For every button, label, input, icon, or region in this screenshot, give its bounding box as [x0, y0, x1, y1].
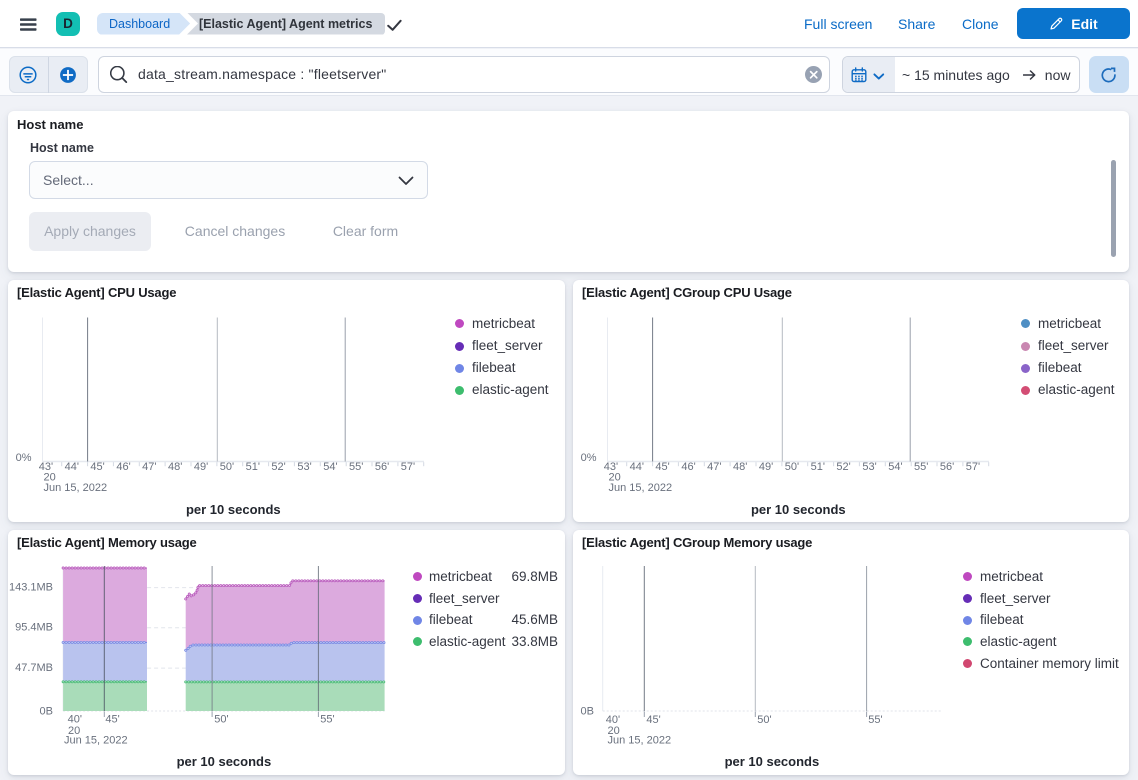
- svg-text:55': 55': [320, 714, 334, 726]
- svg-text:45': 45': [646, 714, 660, 726]
- svg-text:per 10 seconds: per 10 seconds: [725, 754, 820, 769]
- svg-text:55': 55': [868, 714, 882, 726]
- svg-text:45': 45': [105, 714, 119, 726]
- svg-text:55': 55': [349, 461, 363, 473]
- svg-text:40': 40': [68, 714, 82, 726]
- svg-text:50': 50': [757, 714, 771, 726]
- svg-text:51': 51': [811, 461, 825, 473]
- svg-text:50': 50': [785, 461, 799, 473]
- svg-text:47.7MB: 47.7MB: [15, 662, 53, 674]
- svg-text:per 10 seconds: per 10 seconds: [177, 754, 272, 769]
- svg-text:45': 45': [90, 461, 104, 473]
- svg-text:51': 51': [246, 461, 260, 473]
- svg-text:57': 57': [966, 461, 980, 473]
- svg-text:49': 49': [194, 461, 208, 473]
- svg-text:49': 49': [759, 461, 773, 473]
- svg-text:0%: 0%: [581, 452, 597, 464]
- svg-text:Jun 15, 2022: Jun 15, 2022: [609, 482, 673, 494]
- svg-text:0B: 0B: [40, 706, 53, 718]
- svg-text:55': 55': [914, 461, 928, 473]
- svg-text:per 10 seconds: per 10 seconds: [751, 502, 846, 517]
- svg-text:54': 54': [888, 461, 902, 473]
- svg-text:53': 53': [862, 461, 876, 473]
- svg-text:44': 44': [65, 461, 79, 473]
- svg-text:Jun 15, 2022: Jun 15, 2022: [64, 735, 128, 747]
- svg-text:46': 46': [681, 461, 695, 473]
- svg-text:46': 46': [116, 461, 130, 473]
- svg-text:57': 57': [401, 461, 415, 473]
- svg-text:48': 48': [733, 461, 747, 473]
- svg-text:45': 45': [655, 461, 669, 473]
- svg-text:Jun 15, 2022: Jun 15, 2022: [44, 482, 108, 494]
- svg-text:per 10 seconds: per 10 seconds: [186, 502, 281, 517]
- svg-text:44': 44': [630, 461, 644, 473]
- svg-text:56': 56': [940, 461, 954, 473]
- svg-text:52': 52': [271, 461, 285, 473]
- svg-text:47': 47': [142, 461, 156, 473]
- svg-text:52': 52': [836, 461, 850, 473]
- svg-text:95.4MB: 95.4MB: [15, 622, 53, 634]
- svg-text:53': 53': [297, 461, 311, 473]
- svg-text:50': 50': [220, 461, 234, 473]
- svg-text:Jun 15, 2022: Jun 15, 2022: [608, 735, 672, 747]
- svg-text:0B: 0B: [581, 706, 594, 718]
- svg-text:54': 54': [323, 461, 337, 473]
- svg-text:47': 47': [707, 461, 721, 473]
- svg-text:50': 50': [214, 714, 228, 726]
- svg-text:48': 48': [168, 461, 182, 473]
- svg-text:0%: 0%: [16, 452, 32, 464]
- svg-text:143.1MB: 143.1MB: [9, 582, 53, 594]
- svg-text:56': 56': [375, 461, 389, 473]
